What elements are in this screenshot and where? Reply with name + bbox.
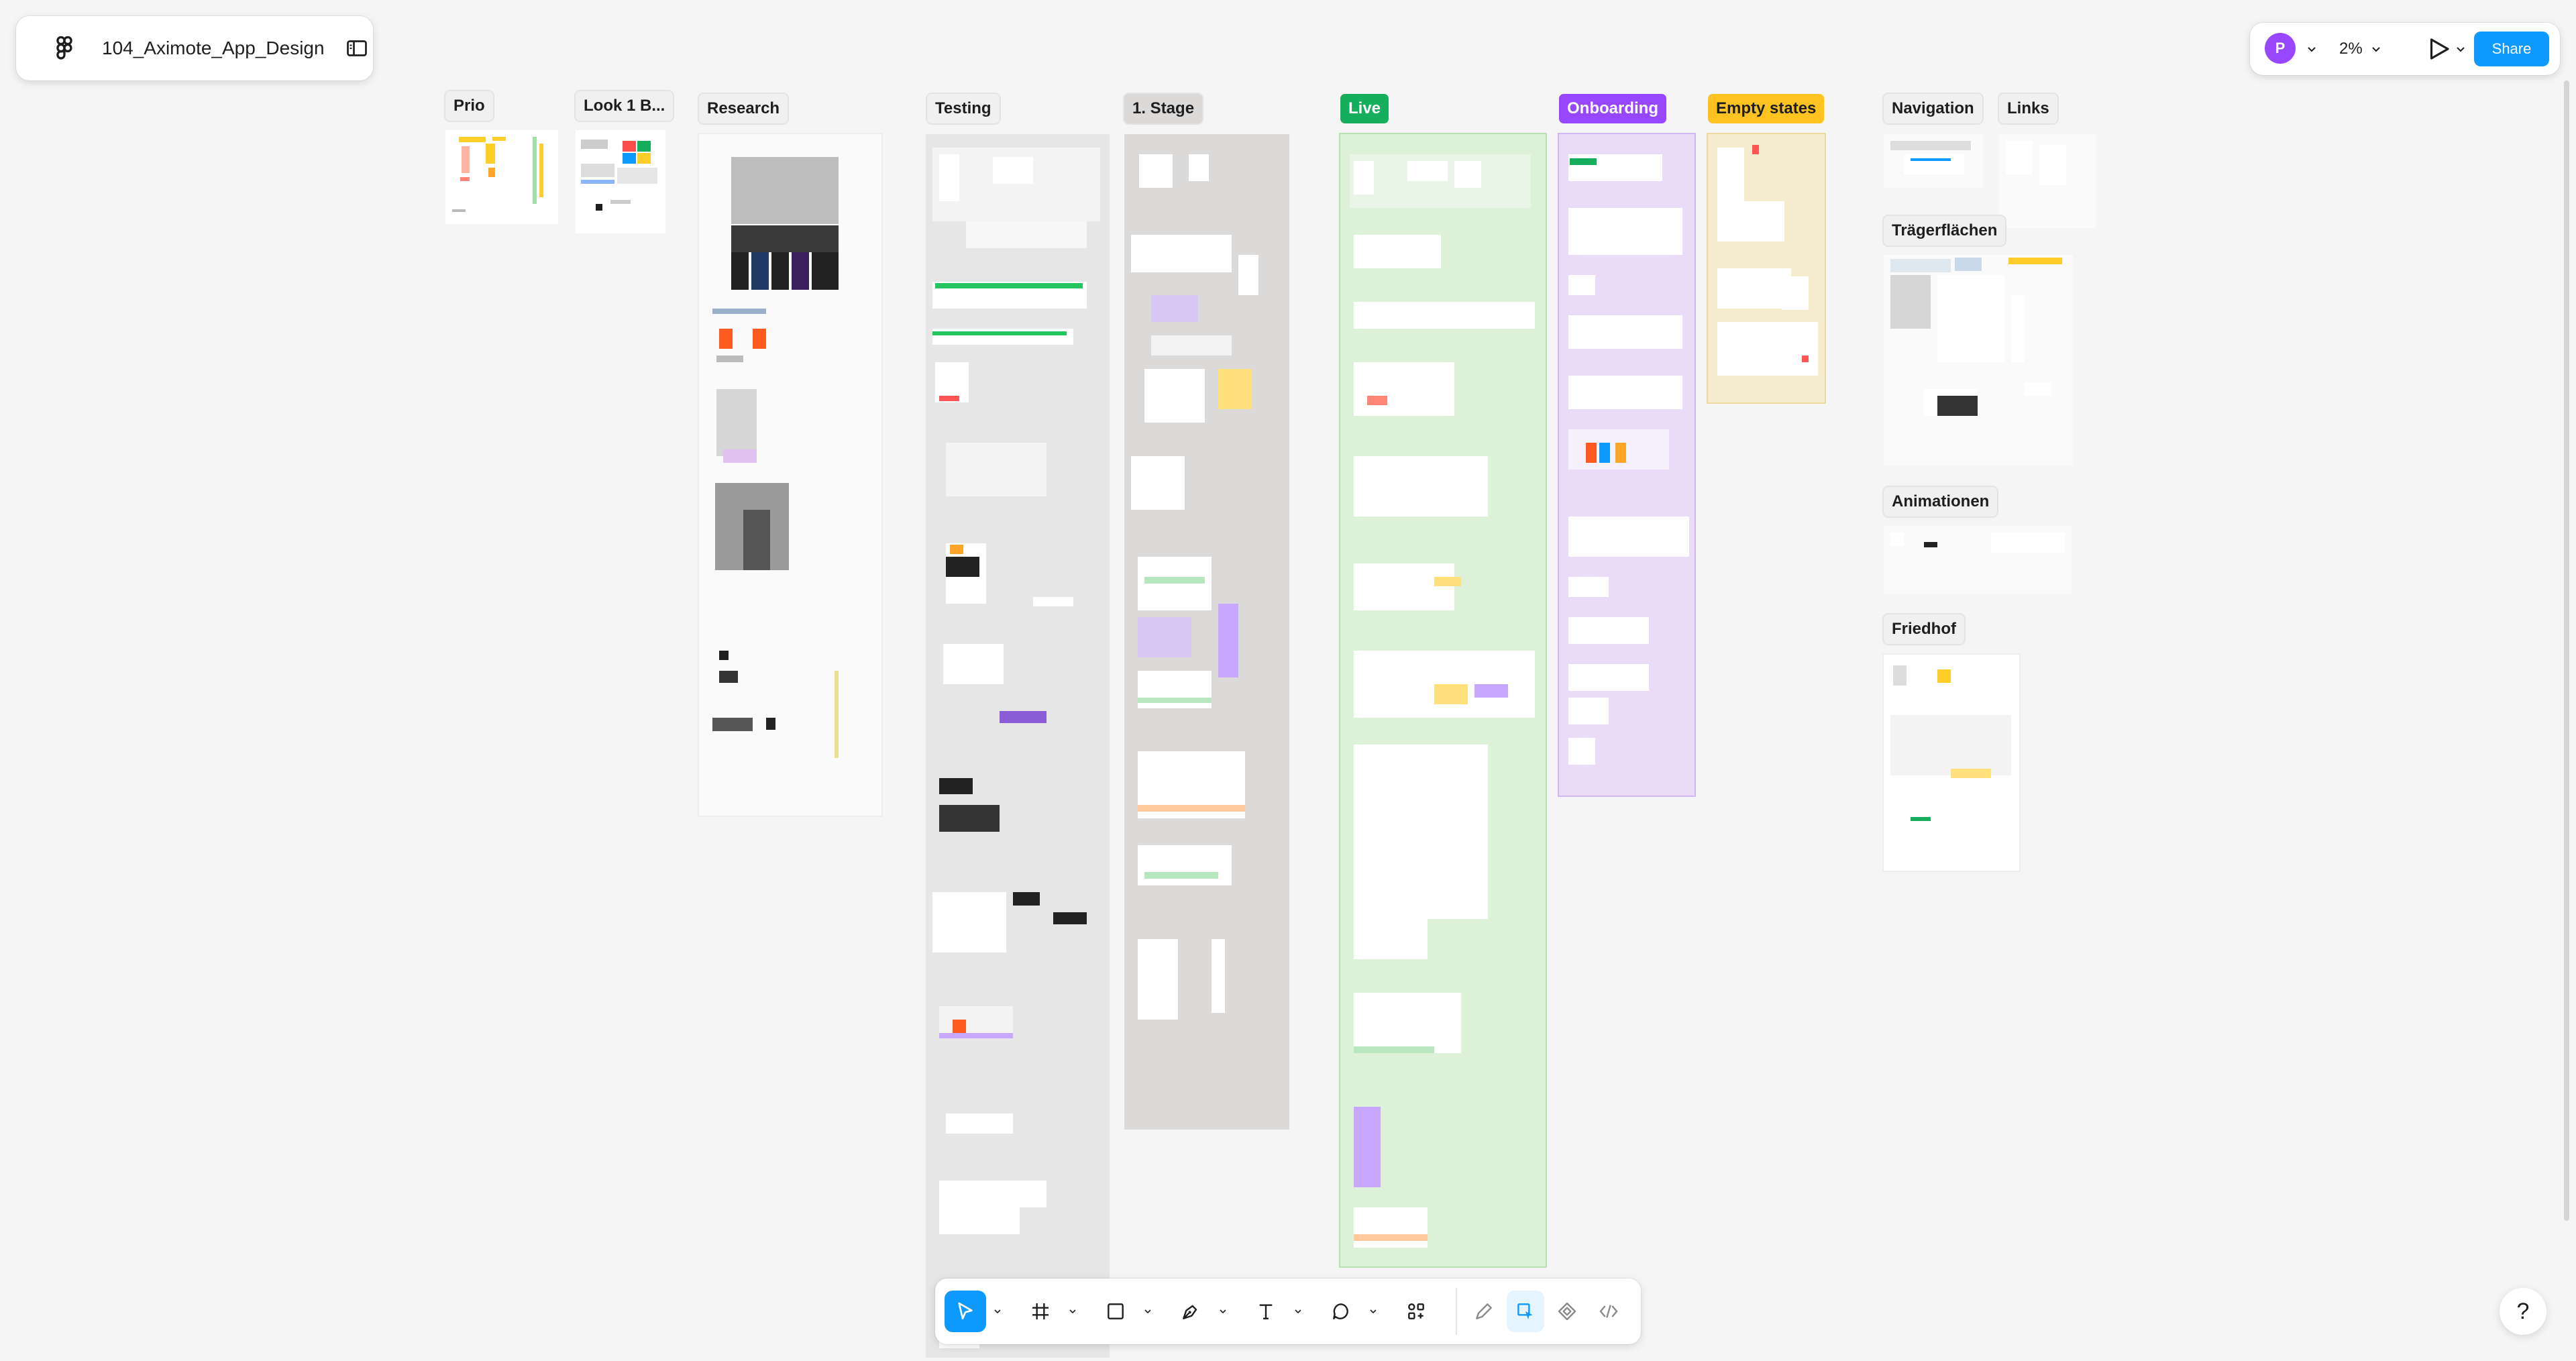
cursor-arrow-icon — [958, 1302, 973, 1319]
section-live[interactable] — [1340, 134, 1546, 1266]
section-label-testing[interactable]: Testing — [927, 94, 1000, 123]
navigation-board — [1890, 141, 1971, 174]
actions-grid-icon — [1408, 1303, 1424, 1319]
prototype-mode[interactable] — [1548, 1291, 1586, 1332]
look-board — [581, 140, 657, 211]
canvas[interactable]: Prio Look 1 B... Research Testing 1. Sta… — [0, 0, 2576, 1358]
frame-tool-chevron-icon[interactable] — [1068, 1307, 1077, 1316]
file-name[interactable]: 104_Aximote_App_Design — [102, 16, 325, 80]
section-empty-states[interactable] — [1708, 134, 1825, 402]
section-testing[interactable] — [926, 134, 1110, 1358]
section-stage1[interactable] — [1124, 134, 1289, 1130]
links-board — [2006, 141, 2066, 185]
section-label-navigation[interactable]: Navigation — [1884, 94, 1982, 123]
move-tool[interactable] — [945, 1291, 986, 1332]
live-board — [1350, 154, 1535, 1248]
section-label-research[interactable]: Research — [699, 94, 788, 123]
section-traegerflaechen[interactable] — [1884, 255, 2073, 466]
prio-board — [452, 137, 543, 212]
code-brackets-icon — [1599, 1305, 1618, 1318]
section-look[interactable] — [576, 130, 665, 233]
draw-pencil-icon — [1476, 1303, 1492, 1319]
avatar-chevron-down-icon[interactable] — [2306, 44, 2317, 54]
section-label-friedhof[interactable]: Friedhof — [1884, 614, 1964, 644]
empty-states-board — [1717, 145, 1818, 376]
comment-tool[interactable] — [1320, 1291, 1362, 1332]
section-prio[interactable] — [445, 130, 558, 224]
share-button[interactable]: Share — [2474, 32, 2549, 66]
section-navigation[interactable] — [1884, 134, 1983, 188]
component-diamond-icon — [1558, 1302, 1576, 1321]
toolbar — [935, 1278, 1641, 1344]
vertical-scrollbar[interactable] — [2564, 80, 2569, 1221]
animationen-board — [1890, 533, 2065, 553]
shape-tool-chevron-icon[interactable] — [1143, 1307, 1152, 1316]
shape-tool[interactable] — [1095, 1291, 1136, 1332]
dev-mode[interactable] — [1590, 1291, 1627, 1332]
file-panel: 104_Aximote_App_Design — [16, 16, 373, 80]
section-research[interactable] — [699, 134, 881, 816]
pen-tool[interactable] — [1170, 1291, 1212, 1332]
design-cursor-icon — [1517, 1303, 1533, 1319]
header-controls: P 2% Share — [2250, 23, 2560, 75]
section-label-traegerflaechen[interactable]: Trägerflächen — [1884, 216, 2006, 246]
testing-board — [932, 148, 1100, 1348]
toolbar-divider — [1456, 1288, 1457, 1335]
traegerflaechen-board — [1890, 258, 2062, 416]
research-board — [712, 157, 839, 758]
draw-mode[interactable] — [1465, 1291, 1503, 1332]
section-label-onboarding[interactable]: Onboarding — [1559, 94, 1666, 123]
section-label-live[interactable]: Live — [1340, 94, 1389, 123]
section-label-animationen[interactable]: Animationen — [1884, 487, 1998, 516]
section-label-prio[interactable]: Prio — [445, 91, 493, 121]
section-onboarding[interactable] — [1559, 134, 1695, 796]
present-play-icon[interactable] — [2424, 35, 2453, 63]
design-mode[interactable] — [1507, 1291, 1544, 1332]
zoom-chevron-down-icon[interactable] — [2371, 44, 2381, 54]
section-label-look[interactable]: Look 1 B... — [576, 91, 674, 121]
onboarding-board — [1568, 154, 1689, 765]
section-label-stage1[interactable]: 1. Stage — [1124, 94, 1203, 123]
rectangle-icon — [1108, 1303, 1124, 1319]
section-links[interactable] — [1999, 134, 2096, 228]
friedhof-board — [1890, 665, 2011, 829]
pen-tool-chevron-icon[interactable] — [1218, 1307, 1228, 1316]
frame-tool[interactable] — [1020, 1291, 1061, 1332]
help-button[interactable]: ? — [2500, 1288, 2546, 1335]
section-animationen[interactable] — [1884, 526, 2072, 594]
actions-tool[interactable] — [1395, 1291, 1437, 1332]
text-t-icon — [1259, 1304, 1273, 1319]
move-tool-chevron-icon[interactable] — [993, 1307, 1002, 1316]
section-label-empty-states[interactable]: Empty states — [1708, 94, 1825, 123]
section-label-links[interactable]: Links — [1999, 94, 2057, 123]
main-menu-icon[interactable] — [50, 34, 79, 63]
stage1-board — [1131, 154, 1258, 1020]
comment-bubble-icon — [1333, 1303, 1348, 1319]
pen-icon — [1183, 1305, 1197, 1319]
text-tool-chevron-icon[interactable] — [1293, 1307, 1303, 1316]
sidebar-toggle-icon[interactable] — [345, 36, 369, 60]
section-friedhof[interactable] — [1884, 655, 2019, 871]
frame-hash-icon — [1032, 1303, 1049, 1319]
comment-tool-chevron-icon[interactable] — [1368, 1307, 1378, 1316]
avatar[interactable]: P — [2265, 33, 2296, 64]
text-tool[interactable] — [1245, 1291, 1287, 1332]
zoom-level[interactable]: 2% — [2339, 23, 2363, 75]
present-chevron-down-icon[interactable] — [2455, 44, 2466, 54]
